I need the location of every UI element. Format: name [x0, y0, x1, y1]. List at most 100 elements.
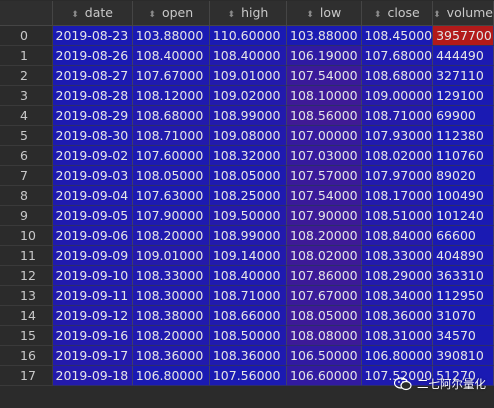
cell-low[interactable]: 107.03000	[286, 145, 362, 166]
table-row[interactable]: 16 2019-09-17 108.36000 108.36000 106.50000 1…	[0, 345, 494, 366]
cell-open[interactable]: 108.38000	[132, 305, 210, 326]
cell-date[interactable]: 2019-09-18	[52, 365, 133, 386]
cell-low[interactable]: 108.20000	[286, 225, 362, 246]
cell-open[interactable]: 107.63000	[132, 185, 210, 206]
cell-date[interactable]: 2019-08-30	[52, 125, 133, 146]
column-header-volume[interactable]: ⬍ volume	[432, 1, 494, 26]
table-row[interactable]: 15 2019-09-16 108.20000 108.50000 108.08000 1…	[0, 325, 494, 346]
cell-volume[interactable]: 31070	[432, 305, 494, 326]
cell-volume[interactable]: 363310	[432, 265, 494, 286]
table-row[interactable]: 3 2019-08-28 108.12000 109.02000 108.10000 10…	[0, 85, 494, 106]
cell-high[interactable]: 108.50000	[209, 325, 288, 346]
cell-low[interactable]: 107.54000	[286, 65, 362, 86]
table-row[interactable]: 10 2019-09-06 108.20000 108.99000 108.20000 1…	[0, 225, 494, 246]
cell-low[interactable]: 107.86000	[286, 265, 362, 286]
column-header-low[interactable]: ⬍ low	[286, 1, 362, 26]
cell-close[interactable]: 108.45000	[361, 25, 434, 46]
cell-open[interactable]: 108.68000	[132, 105, 210, 126]
cell-high[interactable]: 108.25000	[209, 185, 288, 206]
sort-icon[interactable]: ⬍	[228, 10, 236, 20]
cell-high[interactable]: 108.40000	[209, 45, 288, 66]
cell-date[interactable]: 2019-09-10	[52, 265, 133, 286]
cell-high[interactable]: 109.01000	[209, 65, 288, 86]
table-row[interactable]: 0 2019-08-23 103.88000 110.60000 103.88000 10…	[0, 25, 494, 46]
cell-high[interactable]: 108.99000	[209, 105, 288, 126]
cell-date[interactable]: 2019-08-23	[52, 25, 133, 46]
table-row[interactable]: 1 2019-08-26 108.40000 108.40000 106.19000 10…	[0, 45, 494, 66]
cell-low[interactable]: 108.10000	[286, 85, 362, 106]
cell-date[interactable]: 2019-09-16	[52, 325, 133, 346]
cell-date[interactable]: 2019-09-17	[52, 345, 133, 366]
sort-icon[interactable]: ⬍	[306, 10, 314, 20]
table-row[interactable]: 12 2019-09-10 108.33000 108.40000 107.86000 1…	[0, 265, 494, 286]
cell-volume[interactable]: 100490	[432, 185, 494, 206]
column-header-open[interactable]: ⬍ open	[132, 1, 210, 26]
cell-volume[interactable]: 129100	[432, 85, 494, 106]
table-row[interactable]: 2 2019-08-27 107.67000 109.01000 107.54000 10…	[0, 65, 494, 86]
cell-low[interactable]: 106.19000	[286, 45, 362, 66]
cell-date[interactable]: 2019-08-29	[52, 105, 133, 126]
column-header-close[interactable]: ⬍ close	[361, 1, 434, 26]
cell-close[interactable]: 109.00000	[361, 85, 434, 106]
cell-high[interactable]: 108.66000	[209, 305, 288, 326]
cell-low[interactable]: 106.50000	[286, 345, 362, 366]
cell-volume[interactable]: 327110	[432, 65, 494, 86]
cell-volume[interactable]: 101240	[432, 205, 494, 226]
cell-close[interactable]: 108.17000	[361, 185, 434, 206]
table-row[interactable]: 6 2019-09-02 107.60000 108.32000 107.03000 10…	[0, 145, 494, 166]
cell-date[interactable]: 2019-09-09	[52, 245, 133, 266]
cell-date[interactable]: 2019-09-02	[52, 145, 133, 166]
cell-low[interactable]: 107.67000	[286, 285, 362, 306]
cell-low[interactable]: 108.02000	[286, 245, 362, 266]
cell-date[interactable]: 2019-09-03	[52, 165, 133, 186]
sort-icon[interactable]: ⬍	[374, 10, 382, 20]
cell-low[interactable]: 107.90000	[286, 205, 362, 226]
cell-volume[interactable]: 34570	[432, 325, 494, 346]
cell-date[interactable]: 2019-09-05	[52, 205, 133, 226]
cell-high[interactable]: 110.60000	[209, 25, 288, 46]
sort-icon[interactable]: ⬍	[71, 10, 79, 20]
cell-close[interactable]: 108.02000	[361, 145, 434, 166]
cell-high[interactable]: 108.71000	[209, 285, 288, 306]
cell-date[interactable]: 2019-09-06	[52, 225, 133, 246]
cell-low[interactable]: 106.60000	[286, 365, 362, 386]
cell-open[interactable]: 108.33000	[132, 265, 210, 286]
cell-volume[interactable]: 112950	[432, 285, 494, 306]
cell-high[interactable]: 108.99000	[209, 225, 288, 246]
cell-volume[interactable]: 444490	[432, 45, 494, 66]
table-row[interactable]: 4 2019-08-29 108.68000 108.99000 108.56000 10…	[0, 105, 494, 126]
cell-high[interactable]: 107.56000	[209, 365, 288, 386]
cell-close[interactable]: 107.97000	[361, 165, 434, 186]
cell-date[interactable]: 2019-09-04	[52, 185, 133, 206]
cell-open[interactable]: 108.20000	[132, 225, 210, 246]
table-row[interactable]: 5 2019-08-30 108.71000 109.08000 107.00000 10…	[0, 125, 494, 146]
table-row[interactable]: 11 2019-09-09 109.01000 109.14000 108.02000 1…	[0, 245, 494, 266]
cell-date[interactable]: 2019-08-28	[52, 85, 133, 106]
cell-open[interactable]: 108.20000	[132, 325, 210, 346]
cell-high[interactable]: 108.32000	[209, 145, 288, 166]
cell-close[interactable]: 108.31000	[361, 325, 434, 346]
cell-volume[interactable]: 69900	[432, 105, 494, 126]
cell-close[interactable]: 108.71000	[361, 105, 434, 126]
cell-close[interactable]: 108.84000	[361, 225, 434, 246]
cell-date[interactable]: 2019-09-12	[52, 305, 133, 326]
cell-close[interactable]: 106.80000	[361, 345, 434, 366]
cell-close[interactable]: 108.29000	[361, 265, 434, 286]
cell-low[interactable]: 108.05000	[286, 305, 362, 326]
cell-low[interactable]: 107.00000	[286, 125, 362, 146]
cell-close[interactable]: 107.68000	[361, 45, 434, 66]
cell-close[interactable]: 108.34000	[361, 285, 434, 306]
cell-close[interactable]: 108.51000	[361, 205, 434, 226]
cell-open[interactable]: 108.12000	[132, 85, 210, 106]
cell-high[interactable]: 109.02000	[209, 85, 288, 106]
table-row[interactable]: 14 2019-09-12 108.38000 108.66000 108.05000 1…	[0, 305, 494, 326]
cell-high[interactable]: 108.40000	[209, 265, 288, 286]
table-row[interactable]: 7 2019-09-03 108.05000 108.05000 107.57000 10…	[0, 165, 494, 186]
cell-date[interactable]: 2019-08-27	[52, 65, 133, 86]
cell-volume[interactable]: 66600	[432, 225, 494, 246]
cell-volume[interactable]: 390810	[432, 345, 494, 366]
cell-close[interactable]: 107.93000	[361, 125, 434, 146]
cell-high[interactable]: 109.50000	[209, 205, 288, 226]
cell-open[interactable]: 107.60000	[132, 145, 210, 166]
cell-high[interactable]: 108.05000	[209, 165, 288, 186]
